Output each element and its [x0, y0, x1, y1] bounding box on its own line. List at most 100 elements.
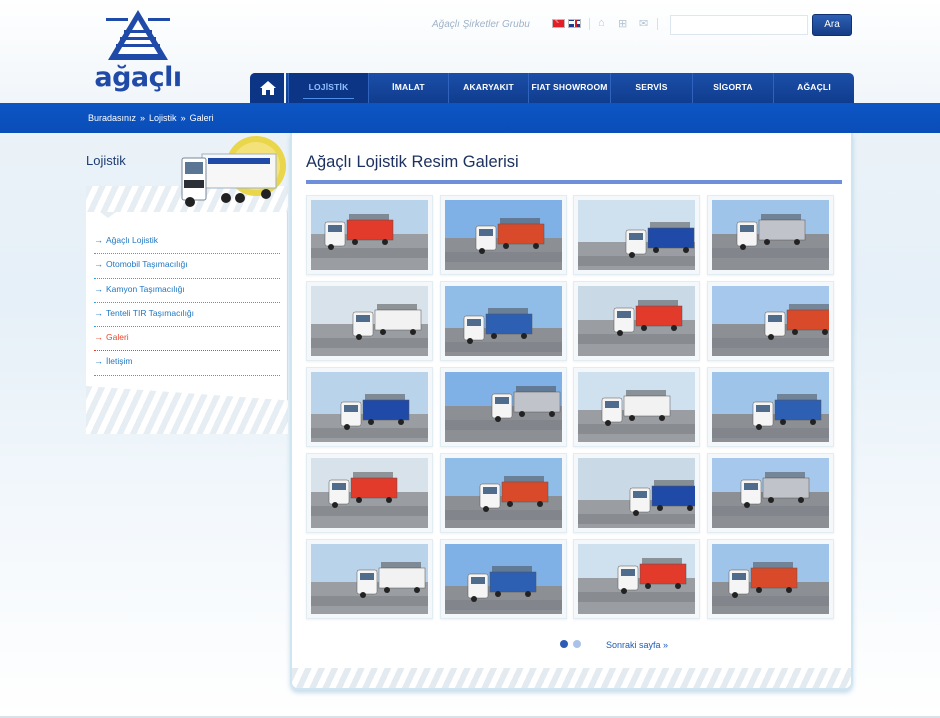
truck-photo: [444, 200, 562, 270]
sidebar-item-label: Ağaçlı Lojistik: [106, 235, 158, 245]
sidebar-item-label: İletişim: [106, 356, 133, 367]
search-button[interactable]: Ara: [812, 14, 852, 36]
gallery-thumbnail[interactable]: [439, 539, 567, 619]
sidebar-item-kamyon[interactable]: → Kamyon Taşımacılığı: [94, 279, 280, 303]
sidebar-item-label: Otomobil Taşımacılığı: [106, 259, 188, 270]
sidebar-item-galeri[interactable]: → Galeri: [94, 327, 280, 352]
sidebar-item-label: Kamyon Taşımacılığı: [106, 283, 185, 294]
truck-photo: [711, 544, 829, 614]
truck-photo: [311, 372, 428, 442]
page-dot-1[interactable]: [560, 640, 568, 648]
decorative-notch: [100, 212, 116, 218]
gallery-thumbnail[interactable]: [573, 195, 700, 275]
group-companies-link[interactable]: Ağaçlı Şirketler Grubu: [432, 19, 530, 30]
sidebar-item-label: Tenteli TIR Taşımacılığı: [106, 307, 195, 318]
arrow-right-icon: →: [94, 283, 103, 294]
gallery-thumbnail[interactable]: [439, 281, 567, 361]
page-dot-2[interactable]: [573, 640, 581, 648]
gallery-panel: Ağaçlı Lojistik Resim Galerisi Sonraki s…: [290, 133, 853, 690]
sidebar: → Ağaçlı Lojistik → Otomobil Taşımacılığı …: [86, 186, 288, 434]
sidebar-item-otomobil[interactable]: → Otomobil Taşımacılığı: [94, 254, 280, 279]
title-divider: [306, 180, 842, 184]
gallery-thumbnail[interactable]: [573, 539, 700, 619]
truck-photo: [444, 458, 562, 528]
gallery-thumbnail[interactable]: [706, 195, 834, 275]
sitemap-icon[interactable]: ⊞: [618, 17, 627, 30]
decorative-stripes: [86, 386, 288, 434]
divider: [657, 18, 658, 30]
truck-photo: [711, 372, 829, 442]
gallery-thumbnail[interactable]: [306, 453, 433, 533]
sidebar-item-iletisim[interactable]: → İletişim: [94, 351, 280, 376]
logo-mark-icon: [106, 10, 170, 60]
sidebar-title: Lojistik: [86, 153, 126, 168]
sidebar-item-tenteli-tir[interactable]: → Tenteli TIR Taşımacılığı: [94, 303, 280, 328]
truck-photo: [578, 544, 695, 614]
breadcrumb-separator: »: [140, 113, 146, 123]
arrow-right-icon: →: [94, 332, 103, 343]
gallery-thumbnail[interactable]: [439, 195, 567, 275]
gallery-thumbnail[interactable]: [306, 539, 433, 619]
truck-photo: [311, 286, 428, 356]
truck-photo: [578, 286, 695, 356]
logo-text: ağaçlı: [94, 62, 182, 93]
nav-lojistik[interactable]: LOJİSTİK: [288, 73, 368, 103]
home-icon: [260, 81, 276, 95]
next-page-link[interactable]: Sonraki sayfa »: [606, 640, 668, 650]
nav-servis[interactable]: SERVİS: [610, 73, 692, 103]
breadcrumb-separator: »: [180, 113, 186, 123]
sidebar-menu: → Ağaçlı Lojistik → Otomobil Taşımacılığı …: [94, 230, 280, 376]
arrow-right-icon: →: [94, 356, 103, 367]
gallery-thumbnail[interactable]: [439, 453, 567, 533]
gallery-thumbnail[interactable]: [439, 367, 567, 447]
nav-agacli[interactable]: AĞAÇLI: [773, 73, 854, 103]
gallery-thumbnail[interactable]: [306, 367, 433, 447]
breadcrumb-item-galeri: Galeri: [189, 113, 214, 123]
breadcrumb-item-lojistik[interactable]: Lojistik: [149, 113, 177, 123]
nav-akaryakit[interactable]: AKARYAKIT: [448, 73, 528, 103]
gallery-thumbnail[interactable]: [573, 367, 700, 447]
truck-photo: [578, 372, 695, 442]
truck-photo: [578, 458, 695, 528]
truck-photo: [311, 200, 428, 270]
arrow-right-icon: →: [94, 307, 103, 318]
gallery-thumbnail[interactable]: [706, 539, 834, 619]
tr-flag-icon[interactable]: [552, 16, 565, 28]
nav-imalat[interactable]: İMALAT: [368, 73, 448, 103]
sidebar-item-agacli-lojistik[interactable]: → Ağaçlı Lojistik: [94, 230, 280, 255]
gallery-thumbnail[interactable]: [306, 195, 433, 275]
nav-sigorta[interactable]: SİGORTA: [692, 73, 773, 103]
breadcrumb-bar: Buradasınız» Lojistik» Galeri: [0, 103, 940, 133]
gallery-thumbnail[interactable]: [706, 453, 834, 533]
gallery-thumbnail[interactable]: [706, 281, 834, 361]
page-title: Ağaçlı Lojistik Resim Galerisi: [306, 153, 519, 171]
search-input[interactable]: [670, 15, 808, 35]
logo[interactable]: ağaçlı: [88, 10, 188, 93]
sidebar-item-label: Galeri: [106, 332, 129, 343]
gallery-thumbnail[interactable]: [573, 281, 700, 361]
truck-photo: [578, 200, 695, 270]
truck-photo: [711, 458, 829, 528]
gallery-thumbnail[interactable]: [306, 281, 433, 361]
truck-photo: [444, 372, 562, 442]
arrow-right-icon: →: [94, 259, 103, 270]
truck-photo: [444, 544, 562, 614]
divider: [589, 18, 590, 30]
gallery-thumbnail[interactable]: [706, 367, 834, 447]
truck-photo: [444, 286, 562, 356]
breadcrumb: Buradasınız» Lojistik» Galeri: [86, 113, 216, 123]
arrow-right-icon: →: [94, 235, 103, 245]
main-nav: LOJİSTİK İMALAT AKARYAKIT FIAT SHOWROOM …: [250, 73, 854, 103]
home-icon[interactable]: ⌂: [598, 17, 605, 29]
breadcrumb-label: Buradasınız: [88, 113, 137, 123]
sidebar-truck-image: [178, 136, 288, 210]
gallery-thumbnail[interactable]: [573, 453, 700, 533]
mail-icon[interactable]: ✉: [639, 17, 648, 30]
truck-photo: [711, 286, 829, 356]
nav-fiat-showroom[interactable]: FIAT SHOWROOM: [528, 73, 610, 103]
truck-photo: [311, 458, 428, 528]
truck-photo: [311, 544, 428, 614]
decorative-stripes: [292, 668, 851, 688]
en-flag-icon[interactable]: [568, 19, 581, 28]
nav-home-button[interactable]: [250, 73, 286, 103]
